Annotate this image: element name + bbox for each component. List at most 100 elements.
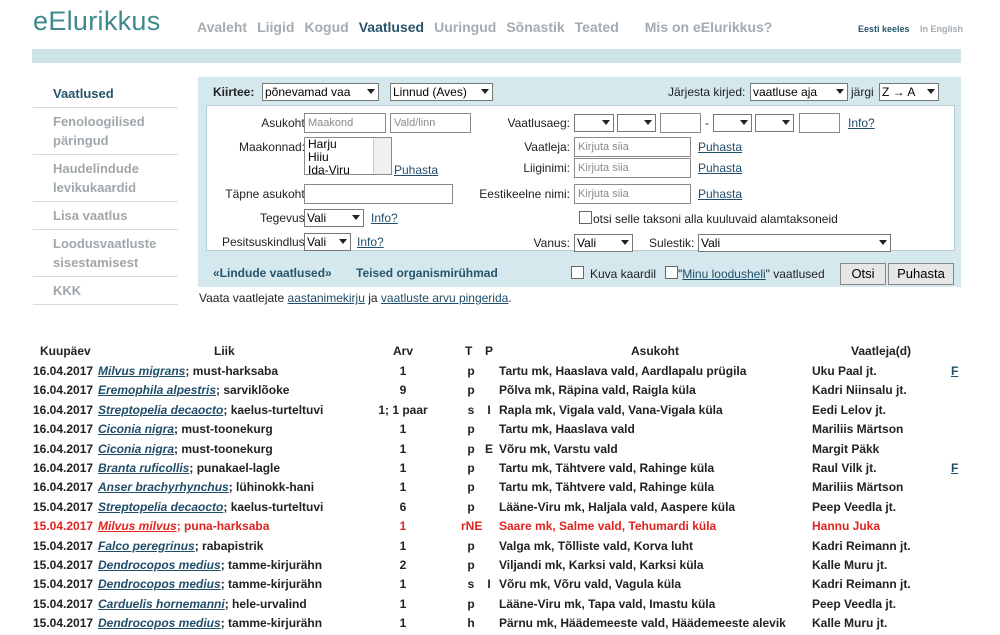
tegevus-select[interactable]: Vali: [304, 209, 364, 227]
species-latin-link[interactable]: Dendrocopos medius: [98, 577, 221, 591]
col-header-species[interactable]: Liik: [214, 344, 235, 358]
table-row[interactable]: 15.04.2017 Dendrocopos medius; tamme-kirj…: [33, 616, 1000, 635]
date-from-day-select[interactable]: [574, 114, 614, 132]
sidebar-item-5[interactable]: KKK: [33, 277, 178, 305]
organism-group-select[interactable]: Linnud (Aves): [390, 83, 493, 101]
lang-english-link[interactable]: In English: [920, 24, 963, 34]
species-latin-link[interactable]: Anser brachyrhynchus: [98, 480, 229, 494]
species-latin-link[interactable]: Falco peregrinus: [98, 539, 195, 553]
sort-order-select[interactable]: Z → A: [879, 83, 939, 101]
sidebar-item-2[interactable]: Haudelindude levikukaardid: [33, 155, 178, 202]
table-row[interactable]: 16.04.2017 Streptopelia decaocto; kaelus-…: [33, 403, 1000, 422]
nav-item-4[interactable]: Uuringud: [434, 19, 496, 35]
table-row[interactable]: 15.04.2017 Streptopelia decaocto; kaelus-…: [33, 500, 1000, 519]
site-logo[interactable]: eElurikkus: [33, 6, 161, 37]
col-header-t[interactable]: T: [465, 344, 472, 358]
col-header-observer[interactable]: Vaatleja(d): [851, 344, 911, 358]
table-row[interactable]: 15.04.2017 Carduelis hornemanni; hele-urv…: [33, 597, 1000, 616]
maakonnad-listbox[interactable]: Harju Hiiu Ida-Viru: [304, 137, 392, 175]
species-latin-link[interactable]: Milvus milvus: [98, 519, 177, 533]
table-row[interactable]: 15.04.2017 Dendrocopos medius; tamme-kirj…: [33, 577, 1000, 596]
nav-item-6[interactable]: Teated: [575, 19, 619, 35]
table-row[interactable]: 16.04.2017 Eremophila alpestris; sarviklõ…: [33, 383, 1000, 402]
sort-field-select[interactable]: vaatluse aja: [750, 83, 848, 101]
vald-input[interactable]: Vald/linn: [390, 113, 471, 133]
vaatlusaeg-info-link[interactable]: Info?: [848, 116, 875, 130]
lang-estonian-link[interactable]: Eesti keeles: [858, 24, 910, 34]
subtaxa-checkbox[interactable]: [579, 211, 592, 224]
nav-item-5[interactable]: Sõnastik: [506, 19, 564, 35]
vanus-select[interactable]: Vali: [574, 234, 633, 252]
species-latin-link[interactable]: Streptopelia decaocto: [98, 500, 223, 514]
eestikeelne-nimi-input[interactable]: Kirjuta siia: [574, 184, 691, 204]
minu-loodusheli-link[interactable]: Minu loodusheli: [682, 267, 765, 281]
table-row[interactable]: 16.04.2017 Milvus migrans; must-harksaba 1…: [33, 364, 1000, 383]
liiginimi-input[interactable]: Kirjuta siia: [574, 158, 691, 178]
cell-extra-link[interactable]: F: [951, 461, 958, 475]
cell-extra-link[interactable]: F: [951, 364, 958, 378]
pesitsus-select[interactable]: Vali: [304, 233, 351, 251]
cell-t: p: [467, 499, 475, 514]
species-latin-link[interactable]: Dendrocopos medius: [98, 558, 221, 572]
liiginimi-clear-link[interactable]: Puhasta: [698, 161, 742, 175]
vaatleja-clear-link[interactable]: Puhasta: [698, 140, 742, 154]
nav-item-2[interactable]: Kogud: [304, 19, 348, 35]
show-on-map-checkbox[interactable]: [571, 266, 584, 279]
date-from-month-select[interactable]: [617, 114, 656, 132]
date-to-day-select[interactable]: [713, 114, 752, 132]
species-latin-link[interactable]: Ciconia nigra: [98, 422, 174, 436]
sulestik-select[interactable]: Vali: [698, 234, 891, 252]
col-header-date[interactable]: Kuupäev: [40, 344, 91, 358]
col-header-count[interactable]: Arv: [393, 344, 413, 358]
maakond-input[interactable]: Maakond: [304, 113, 386, 133]
year-lists-link[interactable]: aastanimekirju: [288, 291, 365, 305]
pesitsus-info-link[interactable]: Info?: [357, 235, 384, 249]
date-to-year-input[interactable]: [799, 113, 840, 133]
kiirtee-select[interactable]: põnevamad vaa: [262, 83, 379, 101]
table-row[interactable]: 16.04.2017 Branta ruficollis; punakael-la…: [33, 461, 1000, 480]
minu-loodusheli-checkbox[interactable]: [665, 266, 678, 279]
listbox-scrollbar[interactable]: [373, 138, 391, 174]
cell-date: 16.04.2017: [33, 402, 94, 417]
cell-location: Tartu mk, Haaslava vald, Aardlapalu prüg…: [499, 364, 747, 378]
col-header-p[interactable]: P: [485, 344, 493, 358]
table-row[interactable]: 15.04.2017 Dendrocopos medius; tamme-kirj…: [33, 558, 1000, 577]
sidebar-item-0[interactable]: Vaatlused: [33, 80, 178, 108]
chevron-down-icon: [927, 89, 935, 94]
clear-all-button[interactable]: Puhasta: [888, 263, 954, 285]
table-row[interactable]: 16.04.2017 Anser brachyrhynchus; lühinokk…: [33, 480, 1000, 499]
species-latin-link[interactable]: Milvus migrans: [98, 364, 185, 378]
species-latin-link[interactable]: Carduelis hornemanni: [98, 597, 225, 611]
species-latin-link[interactable]: Branta ruficollis: [98, 461, 189, 475]
nav-item-3[interactable]: Vaatlused: [359, 19, 424, 35]
table-row[interactable]: 16.04.2017 Ciconia nigra; must-toonekurg 1…: [33, 422, 1000, 441]
species-latin-link[interactable]: Streptopelia decaocto: [98, 403, 223, 417]
col-header-location[interactable]: Asukoht: [631, 344, 679, 358]
species-latin-link[interactable]: Dendrocopos medius: [98, 616, 221, 630]
date-from-year-input[interactable]: [660, 113, 701, 133]
vaatleja-input[interactable]: Kirjuta siia: [574, 137, 691, 157]
date-to-month-select[interactable]: [755, 114, 794, 132]
table-row[interactable]: 15.04.2017 Falco peregrinus; rabapistrik 1…: [33, 539, 1000, 558]
tab-teised-organismiruhmad[interactable]: Teised organismirühmad: [356, 266, 498, 280]
nav-item-0[interactable]: Avaleht: [197, 19, 247, 35]
cell-date: 16.04.2017: [33, 480, 94, 495]
eestikeelne-clear-link[interactable]: Puhasta: [698, 187, 742, 201]
sidebar-item-4[interactable]: Loodusvaatluste sisestamisest: [33, 230, 178, 277]
tab-lindude-vaatlused[interactable]: «Lindude vaatlused»: [213, 266, 332, 280]
cell-observer: Margit Päkk: [812, 441, 880, 456]
nav-item-about[interactable]: Mis on eElurikkus?: [645, 19, 773, 35]
species-latin-link[interactable]: Eremophila alpestris: [98, 383, 216, 397]
sidebar-item-3[interactable]: Lisa vaatlus: [33, 202, 178, 230]
sidebar-item-1[interactable]: Fenoloogilised päringud: [33, 108, 178, 155]
observation-ranking-link[interactable]: vaatluste arvu pingerida: [381, 291, 508, 305]
cell-species: Ciconia nigra; must-toonekurg: [98, 441, 273, 456]
nav-item-1[interactable]: Liigid: [257, 19, 294, 35]
search-button[interactable]: Otsi: [840, 263, 886, 285]
table-row[interactable]: 16.04.2017 Ciconia nigra; must-toonekurg 1…: [33, 442, 1000, 461]
table-row[interactable]: 15.04.2017 Milvus milvus; puna-harksaba 1 r…: [33, 519, 1000, 538]
tegevus-info-link[interactable]: Info?: [371, 211, 398, 225]
maakonnad-clear-link[interactable]: Puhasta: [394, 163, 438, 177]
species-latin-link[interactable]: Ciconia nigra: [98, 442, 174, 456]
tapne-asukoht-input[interactable]: [304, 184, 453, 204]
